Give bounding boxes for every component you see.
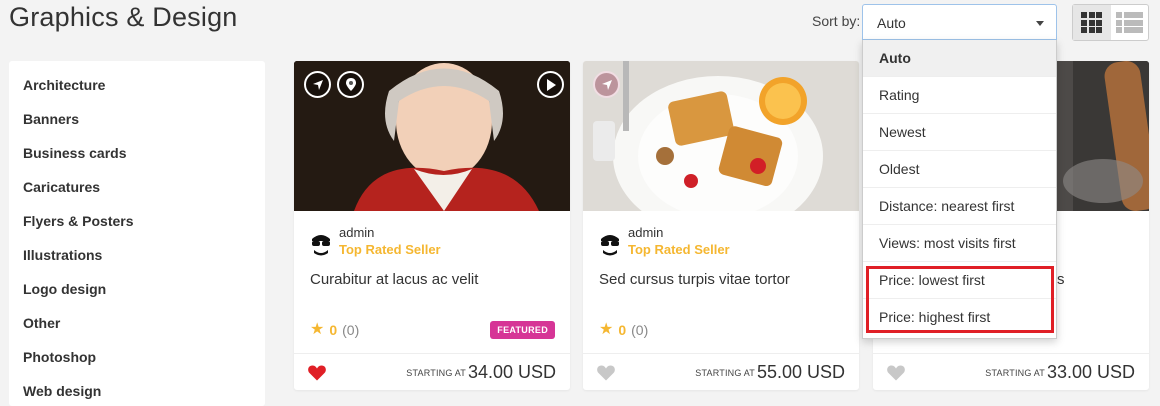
sidebar-item-web-design[interactable]: Web design bbox=[9, 374, 265, 406]
highlight-box bbox=[866, 266, 1054, 333]
navigation-icon[interactable] bbox=[304, 71, 331, 98]
service-card[interactable]: admin Top Rated Seller Sed cursus turpis… bbox=[583, 61, 859, 390]
chevron-down-icon bbox=[1036, 21, 1044, 26]
sort-selected-value: Auto bbox=[877, 15, 906, 31]
grid-view-icon bbox=[1081, 12, 1103, 33]
card-footer: STARTING AT 55.00 USD bbox=[583, 353, 859, 390]
rating-score: 0 bbox=[618, 322, 627, 338]
rating-count: (0) bbox=[342, 322, 360, 338]
sidebar-item-logo-design[interactable]: Logo design bbox=[9, 272, 265, 306]
heart-icon[interactable] bbox=[308, 364, 326, 381]
author-name[interactable]: admin bbox=[339, 225, 374, 240]
heart-icon[interactable] bbox=[597, 364, 615, 381]
service-image[interactable] bbox=[294, 61, 570, 211]
starting-at-label: STARTING AT bbox=[406, 368, 466, 378]
sort-option-newest[interactable]: Newest bbox=[863, 114, 1056, 151]
list-view-button[interactable] bbox=[1111, 5, 1149, 40]
sidebar-item-caricatures[interactable]: Caricatures bbox=[9, 170, 265, 204]
sidebar-item-flyers-posters[interactable]: Flyers & Posters bbox=[9, 204, 265, 238]
sidebar-item-photoshop[interactable]: Photoshop bbox=[9, 340, 265, 374]
play-icon[interactable] bbox=[537, 71, 564, 98]
sidebar-item-banners[interactable]: Banners bbox=[9, 102, 265, 136]
starting-at-label: STARTING AT bbox=[695, 368, 755, 378]
service-title[interactable]: Sed cursus turpis vitae tortor bbox=[599, 271, 790, 288]
sort-select[interactable]: Auto bbox=[862, 4, 1057, 40]
star-icon: ★ bbox=[310, 321, 325, 338]
view-toggle bbox=[1072, 4, 1149, 41]
sidebar-item-other[interactable]: Other bbox=[9, 306, 265, 340]
service-title-tail[interactable]: s bbox=[1057, 271, 1065, 288]
price: 34.00 USD bbox=[467, 362, 556, 382]
grid-view-button[interactable] bbox=[1073, 5, 1111, 40]
navigation-icon[interactable] bbox=[593, 71, 620, 98]
sort-option-auto[interactable]: Auto bbox=[863, 40, 1056, 77]
starting-at-label: STARTING AT bbox=[985, 368, 1045, 378]
card-footer: STARTING AT 34.00 USD bbox=[294, 353, 570, 390]
sort-label: Sort by: bbox=[812, 13, 861, 29]
sidebar-item-illustrations[interactable]: Illustrations bbox=[9, 238, 265, 272]
rating: ★ 0 (0) bbox=[599, 321, 649, 339]
sidebar-item-business-cards[interactable]: Business cards bbox=[9, 136, 265, 170]
service-card[interactable]: admin Top Rated Seller Curabitur at lacu… bbox=[294, 61, 570, 390]
sort-option-oldest[interactable]: Oldest bbox=[863, 151, 1056, 188]
price: 33.00 USD bbox=[1046, 362, 1135, 382]
star-icon: ★ bbox=[599, 321, 614, 338]
price: 55.00 USD bbox=[756, 362, 845, 382]
seller-badge: Top Rated Seller bbox=[339, 242, 441, 257]
rating: ★ 0 (0) bbox=[310, 321, 360, 339]
avatar bbox=[309, 231, 333, 256]
location-pin-icon[interactable] bbox=[337, 71, 364, 98]
seller-badge: Top Rated Seller bbox=[628, 242, 730, 257]
card-footer: STARTING AT 33.00 USD bbox=[873, 353, 1149, 390]
author-name[interactable]: admin bbox=[628, 225, 663, 240]
service-image[interactable] bbox=[583, 61, 859, 211]
page-title: Graphics & Design bbox=[9, 2, 238, 32]
category-sidebar: Architecture Banners Business cards Cari… bbox=[9, 61, 265, 406]
service-title[interactable]: Curabitur at lacus ac velit bbox=[310, 271, 478, 288]
rating-score: 0 bbox=[329, 322, 338, 338]
rating-count: (0) bbox=[631, 322, 649, 338]
heart-icon[interactable] bbox=[887, 364, 905, 381]
sort-option-rating[interactable]: Rating bbox=[863, 77, 1056, 114]
avatar bbox=[598, 231, 622, 256]
featured-badge: FEATURED bbox=[490, 321, 555, 339]
list-view-icon bbox=[1116, 12, 1143, 33]
sort-option-distance[interactable]: Distance: nearest first bbox=[863, 188, 1056, 225]
sort-option-views[interactable]: Views: most visits first bbox=[863, 225, 1056, 262]
sidebar-item-architecture[interactable]: Architecture bbox=[9, 68, 265, 102]
